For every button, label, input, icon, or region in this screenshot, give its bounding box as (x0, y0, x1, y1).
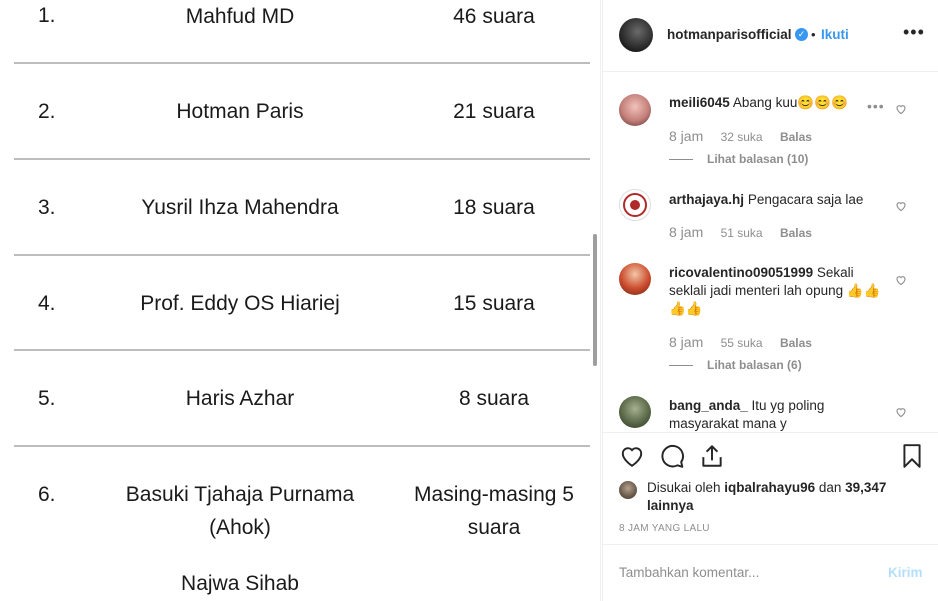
comment-meta: 8 jam 32 suka Balas (669, 128, 812, 144)
poll-rank: 2. (38, 100, 56, 123)
avatar[interactable] (619, 189, 651, 221)
post-timestamp[interactable]: 8 JAM YANG LALU (619, 523, 710, 534)
table-divider (14, 62, 590, 64)
poll-votes: Masing-masing 5 suara (414, 483, 574, 539)
avatar[interactable] (619, 94, 651, 126)
post-image[interactable]: 1. Mahfud MD 46 suara 2. Hotman Paris 21… (0, 0, 601, 601)
poll-name: Najwa Sihab (181, 572, 299, 595)
view-replies-button[interactable]: Lihat balasan (6) (669, 358, 802, 372)
poll-votes: 21 suara (453, 100, 535, 123)
poll-votes: 46 suara (453, 5, 535, 28)
comment-text: meili6045 Abang kuu😊😊😊 (669, 94, 889, 112)
comments-list[interactable]: meili6045 Abang kuu😊😊😊 ••• 8 jam 32 suka… (603, 72, 938, 432)
reply-button[interactable]: Balas (780, 130, 812, 144)
poll-name: Basuki Tjahaja Purnama (Ahok) (125, 483, 355, 539)
comment-likes[interactable]: 32 suka (721, 130, 763, 144)
post-side-panel: hotmanparisofficial ✓ • Ikuti ••• meili6… (602, 0, 938, 601)
like-heart-icon[interactable] (895, 200, 907, 212)
like-heart-icon[interactable] (895, 274, 907, 286)
poll-name: Haris Azhar (185, 387, 295, 410)
comment-likes[interactable]: 51 suka (721, 226, 763, 240)
bookmark-icon[interactable] (899, 443, 925, 469)
liked-by-user-link[interactable]: iqbalrahayu96 (724, 480, 815, 495)
avatar[interactable] (619, 481, 637, 499)
table-divider (14, 254, 590, 256)
comment-meta: 8 jam 55 suka Balas (669, 334, 812, 350)
replies-dash (669, 159, 693, 161)
share-icon[interactable] (699, 443, 725, 469)
logo-icon (623, 193, 647, 217)
table-divider (14, 445, 590, 447)
add-comment-bar: Tambahkan komentar... Kirim (603, 544, 938, 601)
table-divider (14, 349, 590, 351)
poll-name: Yusril Ihza Mahendra (141, 196, 339, 219)
poll-votes: 8 suara (458, 387, 530, 410)
avatar[interactable] (619, 263, 651, 295)
poll-name: Hotman Paris (176, 100, 304, 123)
poll-rank: 1. (38, 4, 56, 27)
comment-body: Pengacara saja lae (747, 192, 864, 207)
comment-time: 8 jam (669, 224, 704, 240)
like-heart-icon[interactable] (895, 103, 907, 115)
comment-username[interactable]: meili6045 (669, 95, 730, 110)
comment-likes[interactable]: 55 suka (721, 336, 763, 350)
avatar[interactable] (619, 18, 653, 52)
separator-dot: • (811, 27, 816, 42)
more-options-icon[interactable]: ••• (903, 22, 925, 43)
comment-text: bang_anda_ Itu yg poling masyarakat mana… (669, 397, 889, 432)
comment-meta: 8 jam 51 suka Balas (669, 224, 812, 240)
comment-username[interactable]: ricovalentino09051999 (669, 265, 813, 280)
poll-rank: 4. (38, 292, 56, 315)
username-link[interactable]: hotmanparisofficial (667, 27, 792, 42)
comment-bubble-icon[interactable] (659, 443, 685, 469)
poll-rank: 3. (38, 196, 56, 219)
instagram-post-view: 1. Mahfud MD 46 suara 2. Hotman Paris 21… (0, 0, 938, 601)
liked-by-text: Disukai oleh iqbalrahayu96 dan 39,347 la… (647, 480, 887, 513)
comment-body: Abang kuu😊😊😊 (732, 95, 848, 110)
reply-button[interactable]: Balas (780, 336, 812, 350)
comment-more-icon[interactable]: ••• (867, 98, 885, 114)
post-actions: Disukai oleh iqbalrahayu96 dan 39,347 la… (603, 432, 938, 544)
post-header: hotmanparisofficial ✓ • Ikuti ••• (603, 0, 938, 72)
view-replies-button[interactable]: Lihat balasan (10) (669, 152, 808, 166)
poll-rank: 6. (38, 483, 56, 506)
poll-name: Prof. Eddy OS Hiariej (140, 292, 340, 315)
like-heart-icon[interactable] (619, 443, 645, 469)
like-heart-icon[interactable] (895, 406, 907, 418)
verified-badge-icon: ✓ (795, 28, 808, 41)
follow-button[interactable]: Ikuti (821, 27, 849, 42)
reply-button[interactable]: Balas (780, 226, 812, 240)
comment-username[interactable]: bang_anda_ (669, 398, 748, 413)
comment-text: ricovalentino09051999 Sekali seklali jad… (669, 264, 889, 318)
scrollbar-thumb[interactable] (593, 234, 597, 366)
comment-username[interactable]: arthajaya.hj (669, 192, 744, 207)
comment-text: arthajaya.hj Pengacara saja lae (669, 191, 889, 209)
poll-votes: 18 suara (453, 196, 535, 219)
comment-time: 8 jam (669, 128, 704, 144)
avatar[interactable] (619, 396, 651, 428)
comment-input[interactable]: Tambahkan komentar... (619, 565, 759, 580)
replies-dash (669, 365, 693, 367)
table-divider (14, 158, 590, 160)
comment-time: 8 jam (669, 334, 704, 350)
post-comment-button[interactable]: Kirim (888, 565, 923, 580)
poll-votes: 15 suara (453, 292, 535, 315)
poll-rank: 5. (38, 387, 56, 410)
poll-name: Mahfud MD (185, 5, 295, 28)
